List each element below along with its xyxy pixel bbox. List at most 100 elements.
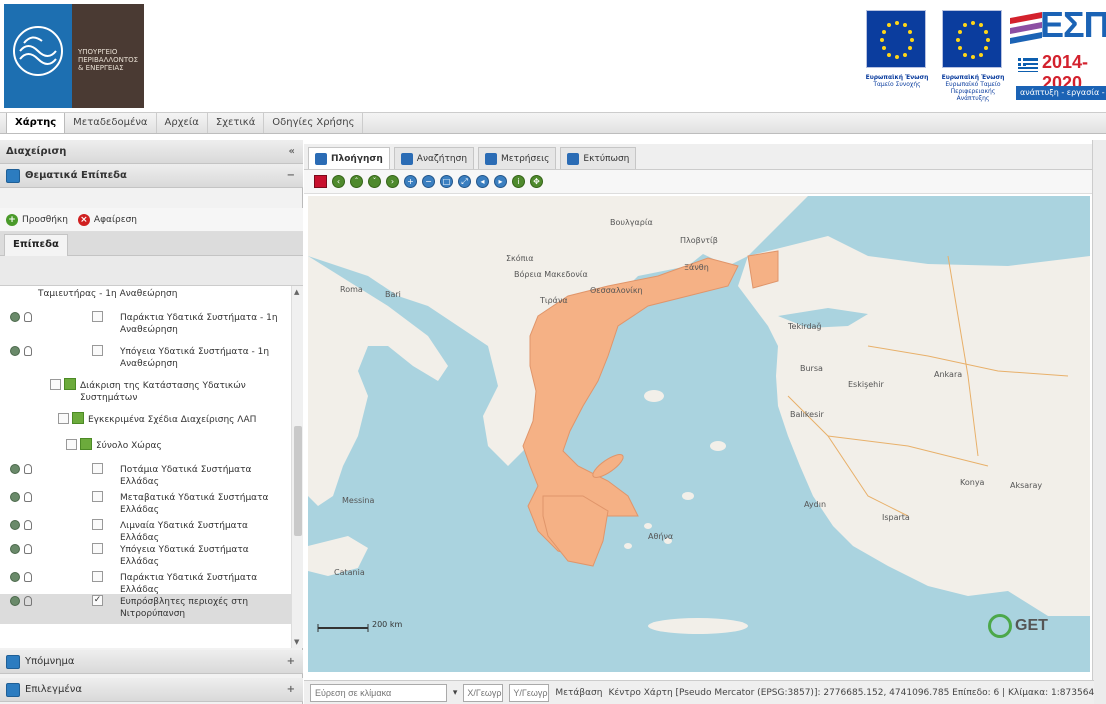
layer-tree-row[interactable]: Μεταβατικά Υδατικά Συστήματα Ελλάδας: [0, 490, 291, 518]
island-cyclades: [624, 543, 632, 549]
tab-files[interactable]: Αρχεία: [157, 113, 208, 133]
scroll-down-icon[interactable]: ▼: [294, 638, 299, 646]
tree-scroll-thumb[interactable]: [294, 426, 302, 536]
layer-info-icon[interactable]: [24, 544, 32, 554]
zoom-out-icon[interactable]: −: [422, 175, 435, 188]
map-place-label: Bursa: [800, 364, 823, 373]
layer-tree-row[interactable]: Παράκτια Υδατικά Συστήματα Ελλάδας: [0, 570, 291, 595]
layer-zoom-icon[interactable]: [10, 312, 20, 322]
layer-tree-row[interactable]: Ταμιευτήρας - 1η Αναθεώρηση: [0, 286, 291, 310]
pan-hand-icon[interactable]: ✥: [530, 175, 543, 188]
management-header[interactable]: Διαχείριση «: [0, 140, 303, 164]
tree-scrollbar[interactable]: ▲ ▼: [291, 286, 303, 648]
tab-search[interactable]: Αναζήτηση: [393, 147, 475, 169]
add-layer-button[interactable]: + Προσθήκη: [6, 213, 68, 226]
layer-tree-row[interactable]: ✓ Ευπρόσβλητες περιοχές στη Νιτρορύπανση: [0, 594, 291, 624]
layer-tree-row[interactable]: Ποτάμια Υδατικά Συστήματα Ελλάδας: [0, 462, 291, 490]
layer-tree-row[interactable]: Υπόγεια Υδατικά Συστήματα Ελλάδας: [0, 542, 291, 570]
layer-checkbox[interactable]: [92, 463, 103, 474]
layer-zoom-icon[interactable]: [10, 346, 20, 356]
remove-layer-button[interactable]: × Αφαίρεση: [77, 213, 137, 226]
scale-search-input[interactable]: [310, 683, 447, 702]
pan-right-icon[interactable]: ›: [386, 175, 399, 188]
ministry-logo[interactable]: ΥΠΟΥΡΓΕΙΟ ΠΕΡΙΒΑΛΛΟΝΤΟΣ & ΕΝΕΡΓΕΙΑΣ: [4, 4, 144, 108]
layer-tree-row[interactable]: Διάκριση της Κατάστασης Υδατικών Συστημά…: [0, 378, 291, 412]
collapse-left-icon[interactable]: «: [289, 146, 295, 157]
collapse-icon[interactable]: −: [287, 170, 295, 181]
layer-tree-row[interactable]: Υπόγεια Υδατικά Συστήματα - 1η Αναθεώρησ…: [0, 344, 291, 378]
expand-selected-icon[interactable]: +: [287, 684, 295, 695]
eu-caption-title: Ευρωπαϊκή Ένωση: [865, 74, 929, 81]
x-coordinate-input[interactable]: [463, 683, 504, 702]
layer-zoom-icon[interactable]: [10, 520, 20, 530]
group-checkbox[interactable]: [58, 413, 69, 424]
zoom-in-icon[interactable]: +: [404, 175, 417, 188]
layer-tree-row[interactable]: Λιμναία Υδατικά Συστήματα Ελλάδας: [0, 518, 291, 543]
layer-info-icon[interactable]: [24, 520, 32, 530]
go-to-button[interactable]: Μετάβαση: [555, 688, 602, 698]
layer-label: Ποτάμια Υδατικά Συστήματα Ελλάδας: [120, 465, 252, 487]
legend-header[interactable]: Υπόμνημα +: [0, 650, 303, 674]
layer-checkbox[interactable]: [92, 571, 103, 582]
eu-caption-sub: Ταμείο Συνοχής: [873, 81, 921, 88]
tab-print[interactable]: Εκτύπωση: [560, 147, 637, 169]
expand-legend-icon[interactable]: +: [287, 656, 295, 667]
espa-logo[interactable]: ΕΣΠΑ 2014-2020 ανάπτυξη - εργασία - αλλη…: [1008, 2, 1106, 110]
layer-tree-row[interactable]: Σύνολο Χώρας: [0, 438, 291, 462]
right-scrollbar[interactable]: [1092, 140, 1106, 704]
island-crete: [648, 618, 748, 634]
zoom-next-icon[interactable]: ▸: [494, 175, 507, 188]
map-place-label: Aydın: [804, 500, 827, 509]
map-canvas[interactable]: Βουλγαρία Πλοβντίβ Σκόπια Βόρεια Μακεδονία Ξ…: [308, 196, 1090, 672]
pan-left-icon[interactable]: ‹: [332, 175, 345, 188]
layer-tree-row[interactable]: Παράκτια Υδατικά Συστήματα - 1η Αναθεώρη…: [0, 310, 291, 344]
group-checkbox[interactable]: [50, 379, 61, 390]
layer-checkbox[interactable]: [92, 311, 103, 322]
layer-label: Εγκεκριμένα Σχέδια Διαχείρισης ΛΑΠ: [88, 415, 257, 425]
layer-tree-row[interactable]: Εγκεκριμένα Σχέδια Διαχείρισης ΛΑΠ: [0, 412, 291, 438]
tab-metadata[interactable]: Μεταδεδομένα: [65, 113, 157, 133]
layer-zoom-icon[interactable]: [10, 596, 20, 606]
layer-info-icon[interactable]: [24, 492, 32, 502]
y-coordinate-input[interactable]: [509, 683, 550, 702]
layer-checkbox[interactable]: [92, 519, 103, 530]
layer-checkbox[interactable]: [92, 491, 103, 502]
layer-info-icon[interactable]: [24, 464, 32, 474]
layer-label: Μεταβατικά Υδατικά Συστήματα Ελλάδας: [120, 493, 269, 515]
layer-info-icon[interactable]: [24, 312, 32, 322]
tab-navigation[interactable]: Πλοήγηση: [308, 147, 390, 169]
header: ΥΠΟΥΡΓΕΙΟ ΠΕΡΙΒΑΛΛΟΝΤΟΣ & ΕΝΕΡΓΕΙΑΣ Ευρω…: [0, 0, 1106, 112]
remove-icon: ×: [77, 213, 90, 226]
tab-map[interactable]: Χάρτης: [6, 113, 66, 133]
identify-icon[interactable]: i: [512, 175, 525, 188]
layer-zoom-icon[interactable]: [10, 492, 20, 502]
layer-zoom-icon[interactable]: [10, 544, 20, 554]
tab-measure[interactable]: Μετρήσεις: [478, 147, 557, 169]
language-flag-icon[interactable]: [314, 175, 327, 188]
zoom-box-icon[interactable]: □: [440, 175, 453, 188]
print-icon: [567, 152, 580, 165]
pan-down-icon[interactable]: ˇ: [368, 175, 381, 188]
scroll-up-icon[interactable]: ▲: [294, 288, 299, 296]
group-checkbox[interactable]: [66, 439, 77, 450]
tab-layers[interactable]: Επίπεδα: [4, 234, 68, 256]
thematic-layers-header[interactable]: Θεματικά Επίπεδα −: [0, 164, 303, 188]
layer-checkbox[interactable]: [92, 543, 103, 554]
layer-info-icon[interactable]: [24, 596, 32, 606]
layer-info-icon[interactable]: [24, 346, 32, 356]
search-dropdown-icon[interactable]: ▾: [453, 688, 458, 698]
layer-tree[interactable]: Ταμιευτήρας - 1η Αναθεώρηση Παράκτια Υδατ…: [0, 286, 291, 648]
row-actions: [10, 346, 32, 356]
layer-zoom-icon[interactable]: [10, 572, 20, 582]
zoom-previous-icon[interactable]: ◂: [476, 175, 489, 188]
zoom-extent-icon[interactable]: ⤢: [458, 175, 471, 188]
tab-about[interactable]: Σχετικά: [208, 113, 265, 133]
layer-checkbox[interactable]: [92, 345, 103, 356]
map-status-text: Κέντρο Χάρτη [Pseudo Mercator (EPSG:3857…: [608, 687, 1094, 698]
pan-up-icon[interactable]: ˆ: [350, 175, 363, 188]
tab-user-guide[interactable]: Οδηγίες Χρήσης: [264, 113, 364, 133]
selected-header[interactable]: Επιλεγμένα +: [0, 678, 303, 702]
layer-checkbox[interactable]: ✓: [92, 595, 103, 606]
layer-info-icon[interactable]: [24, 572, 32, 582]
layer-zoom-icon[interactable]: [10, 464, 20, 474]
